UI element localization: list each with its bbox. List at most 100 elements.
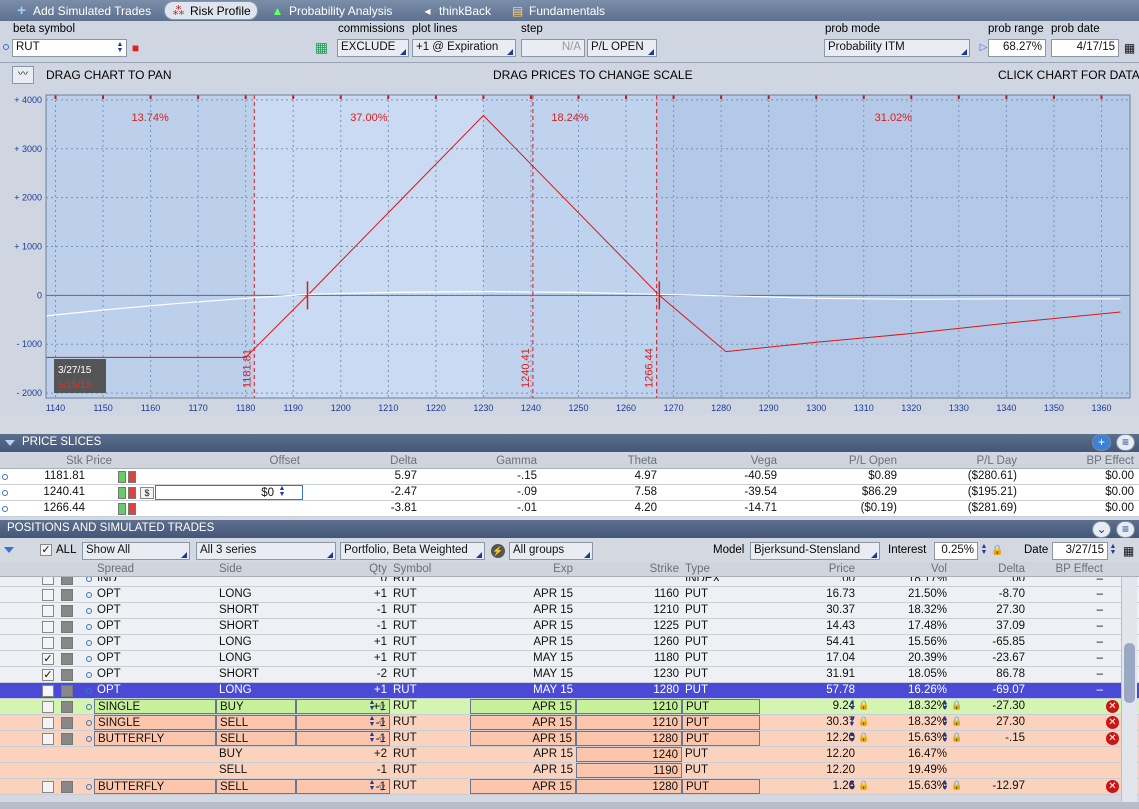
position-type[interactable]: PUT: [682, 715, 760, 730]
add-slice-button[interactable]: +: [1092, 434, 1111, 451]
remove-trade-icon[interactable]: ✕: [1106, 780, 1119, 793]
position-type[interactable]: PUT: [682, 699, 760, 714]
qty-spinner-icon[interactable]: ▲ ▼: [368, 779, 376, 793]
position-strike[interactable]: 1240: [576, 747, 682, 762]
date-input[interactable]: 3/27/15: [1052, 542, 1108, 560]
date-spinner-icon[interactable]: ▲ ▼: [1109, 543, 1117, 557]
position-side[interactable]: SELL: [216, 779, 296, 794]
vol-spinner-icon[interactable]: ▲ ▼: [941, 715, 949, 729]
column-header[interactable]: Gamma: [420, 454, 540, 468]
positions-scrollbar[interactable]: [1121, 577, 1137, 802]
position-row[interactable]: SELL -1 RUT APR 15 1190 PUT 12.20 19.49%: [0, 763, 1139, 779]
positions-menu-button[interactable]: ≡: [1116, 521, 1135, 538]
pl-mode-select[interactable]: P/L OPEN: [587, 39, 657, 57]
prob-range-input[interactable]: 68.27%: [988, 39, 1046, 57]
position-checkbox[interactable]: [42, 717, 54, 729]
price-slice-row[interactable]: 1266.44 -3.81 -.01 4.20 -14.71 ($0.19) ($281.6…: [0, 501, 1139, 517]
dropdown-arrows-icon[interactable]: ▲ ▼: [116, 41, 124, 55]
select-all-checkbox[interactable]: ✓: [40, 544, 52, 556]
lock-icon[interactable]: [128, 487, 136, 499]
lock-icon[interactable]: 🔒: [858, 780, 869, 791]
lock-icon[interactable]: 🔒: [858, 716, 869, 727]
price-spinner-icon[interactable]: ▲ ▼: [848, 699, 856, 713]
lock-icon[interactable]: 🔒: [990, 544, 1005, 558]
calendar-icon[interactable]: ▦: [1121, 544, 1136, 558]
position-row[interactable]: OPT SHORT -1 RUT APR 15 1225 PUT 14.43 17.48% 37.…: [0, 619, 1139, 635]
risk-profile-chart[interactable]: 13.74% 37.00% 18.24% 31.02% 1140 1150 1160 1170…: [0, 89, 1139, 415]
position-spread[interactable]: BUTTERFLY: [94, 731, 216, 746]
tab-thinkback[interactable]: ◂ thinkBack: [414, 1, 497, 20]
position-exp[interactable]: APR 15: [470, 779, 576, 794]
lock-icon[interactable]: 🔒: [951, 732, 962, 743]
column-header[interactable]: Symbol: [390, 562, 470, 576]
price-slice-row[interactable]: 1181.81 5.97 -.15 4.97 -40.59 $0.89 ($280.61) $…: [0, 469, 1139, 485]
tab-add-simulated-trades[interactable]: + Add Simulated Trades: [8, 1, 157, 20]
collapse-triangle-icon[interactable]: [5, 440, 15, 446]
qty-spinner-icon[interactable]: ▲ ▼: [368, 731, 376, 745]
position-row[interactable]: ✓ OPT SHORT -2 RUT MAY 15 1230 PUT 31.91 18.05% 86…: [0, 667, 1139, 683]
commissions-select[interactable]: EXCLUDE: [337, 39, 409, 57]
column-header[interactable]: Offset: [155, 454, 303, 468]
position-row[interactable]: OPT LONG +1 RUT APR 15 1160 PUT 16.73 21.50% -8.7…: [0, 587, 1139, 603]
column-header[interactable]: Vega: [660, 454, 780, 468]
interest-input[interactable]: 0.25%: [934, 542, 978, 560]
lock-icon[interactable]: [118, 487, 126, 499]
grid-view-icon[interactable]: ▦: [314, 40, 329, 54]
expand-triangle-icon[interactable]: [4, 547, 14, 553]
position-row[interactable]: SINGLE SELL -1 RUT APR 15 1210 PUT 30.37 18.32% 2…: [0, 715, 1139, 731]
position-strike[interactable]: 1280: [576, 779, 682, 794]
position-row[interactable]: BUTTERFLY SELL -1 RUT APR 15 1280 PUT 1.26 15.63…: [0, 779, 1139, 795]
price-spinner-icon[interactable]: ▲ ▼: [848, 731, 856, 745]
tab-fundamentals[interactable]: ▤ Fundamentals: [504, 1, 611, 20]
model-select[interactable]: Bjerksund-Stensland: [750, 542, 880, 560]
slice-price[interactable]: 1181.81: [10, 469, 115, 484]
tab-probability-analysis[interactable]: ▲ Probability Analysis: [264, 1, 398, 20]
position-checkbox[interactable]: ✓: [42, 669, 54, 681]
lock-icon[interactable]: 🔒: [951, 716, 962, 727]
position-type[interactable]: PUT: [682, 731, 760, 746]
column-header[interactable]: Side: [216, 562, 296, 576]
column-header[interactable]: Strike: [576, 562, 682, 576]
position-exp[interactable]: APR 15: [470, 715, 576, 730]
position-checkbox[interactable]: [42, 733, 54, 745]
lock-icon[interactable]: [118, 471, 126, 483]
slices-menu-button[interactable]: ≡: [1116, 434, 1135, 451]
prob-mode-select[interactable]: Probability ITM: [824, 39, 970, 57]
qty-dropdown-icon[interactable]: ▽: [379, 703, 385, 712]
lock-icon[interactable]: 🔒: [951, 700, 962, 711]
price-spinner-icon[interactable]: ▲ ▼: [848, 715, 856, 729]
remove-trade-icon[interactable]: ✕: [1106, 716, 1119, 729]
position-exp[interactable]: APR 15: [470, 699, 576, 714]
prob-date-input[interactable]: 4/17/15: [1051, 39, 1119, 57]
calendar-icon[interactable]: ▦: [1122, 41, 1137, 55]
position-row[interactable]: OPT LONG +1 RUT APR 15 1260 PUT 54.41 15.56% -65.…: [0, 635, 1139, 651]
qty-spinner-icon[interactable]: ▲ ▼: [368, 715, 376, 729]
plot-lines-select[interactable]: +1 @ Expiration: [412, 39, 516, 57]
price-slice-row[interactable]: 1240.41 $0 -2.47 -.09 7.58 -39.54 $86.29 ($195.…: [0, 485, 1139, 501]
lightning-icon[interactable]: ⚡: [491, 544, 505, 558]
step-input[interactable]: N/A: [521, 39, 585, 57]
position-row[interactable]: ✓ OPT LONG +1 RUT MAY 15 1180 PUT 17.04 20.39% -23…: [0, 651, 1139, 667]
position-checkbox[interactable]: [42, 701, 54, 713]
position-row[interactable]: BUY +2 RUT APR 15 1240 PUT 12.20 16.47%: [0, 747, 1139, 763]
position-side[interactable]: SELL: [216, 731, 296, 746]
price-spinner-icon[interactable]: ▲ ▼: [848, 779, 856, 793]
position-checkbox[interactable]: ✓: [42, 653, 54, 665]
remove-trade-icon[interactable]: ✕: [1106, 700, 1119, 713]
column-header[interactable]: Delta: [950, 562, 1028, 576]
position-spread[interactable]: SINGLE: [94, 715, 216, 730]
slice-price[interactable]: 1240.41: [10, 485, 115, 500]
color-picker-icon[interactable]: ■: [128, 41, 143, 55]
position-row[interactable]: SINGLE BUY +1 RUT APR 15 1210 PUT 9.24 18.32% -27…: [0, 699, 1139, 715]
position-checkbox[interactable]: [42, 605, 54, 617]
lock-icon[interactable]: [128, 503, 136, 515]
position-spread[interactable]: BUTTERFLY: [94, 779, 216, 794]
position-row[interactable]: BUTTERFLY SELL -1 RUT APR 15 1280 PUT 12.20 15.6…: [0, 731, 1139, 747]
price-slices-header[interactable]: PRICE SLICES: [0, 434, 1139, 452]
column-header[interactable]: Spread: [94, 562, 216, 576]
dollar-toggle-icon[interactable]: $: [140, 487, 154, 499]
slice-price[interactable]: 1266.44: [10, 501, 115, 516]
position-strike[interactable]: 1210: [576, 699, 682, 714]
scrollbar-thumb[interactable]: [1124, 643, 1135, 703]
column-header[interactable]: BP Effect: [1028, 562, 1106, 576]
